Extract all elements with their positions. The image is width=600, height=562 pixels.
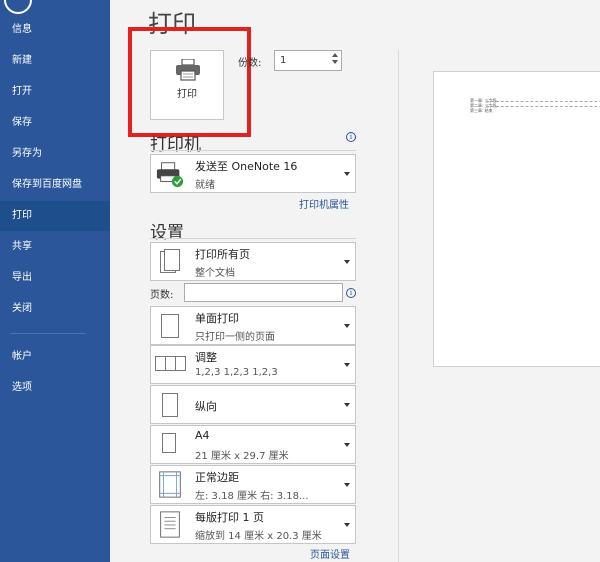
- spin-up-icon[interactable]: [332, 53, 338, 57]
- margins-dropdown[interactable]: 正常边距 左: 3.18 厘米 右: 3.18...: [150, 465, 356, 504]
- sidebar-item-save[interactable]: 保存: [0, 108, 110, 138]
- chevron-down-icon: [344, 362, 350, 367]
- pages-per-sheet-dropdown[interactable]: 每版打印 1 页 缩放到 14 厘米 x 20.3 厘米: [150, 505, 356, 544]
- chevron-down-icon: [344, 259, 350, 264]
- paper-size-main: A4: [195, 429, 210, 442]
- pages-per-sheet-main: 每版打印 1 页: [195, 511, 264, 524]
- settings-heading: 设置: [150, 223, 184, 243]
- sidebar-item-save-as[interactable]: 另存为: [0, 139, 110, 169]
- sides-sub: 只打印一侧的页面: [195, 332, 275, 343]
- printer-status-icon: [156, 162, 184, 188]
- page-title: 打印: [148, 10, 196, 38]
- chevron-down-icon: [344, 522, 350, 527]
- pages-label: 页数:: [150, 290, 174, 301]
- printer-heading-rule: [150, 150, 356, 151]
- printer-properties-link[interactable]: 打印机属性: [299, 196, 349, 211]
- orientation-dropdown[interactable]: 纵向: [150, 385, 356, 424]
- copies-label: 份数:: [238, 58, 262, 69]
- sidebar-item-share[interactable]: 共享: [0, 232, 110, 262]
- sidebar-item-print[interactable]: 打印: [0, 201, 110, 231]
- chevron-down-icon: [344, 482, 350, 487]
- preview-rule: [486, 101, 600, 102]
- collate-sub: 1,2,3 1,2,3 1,2,3: [195, 367, 278, 378]
- orientation-main: 纵向: [195, 400, 217, 413]
- sidebar-item-account[interactable]: 帐户: [0, 342, 110, 372]
- collate-main: 调整: [195, 351, 217, 364]
- copies-stepper[interactable]: 1: [274, 50, 342, 71]
- spin-down-icon[interactable]: [332, 60, 338, 64]
- single-sided-icon: [155, 311, 185, 340]
- printer-heading: 打印机: [150, 135, 201, 155]
- sides-dropdown[interactable]: 单面打印 只打印一侧的页面: [150, 306, 356, 345]
- print-button-label: 打印: [177, 89, 197, 100]
- backstage-sidebar: 信息 新建 打开 保存 另存为 保存到百度网盘 打印 共享 导出 关闭 帐户 选…: [0, 0, 110, 562]
- printer-status: 就绪: [195, 180, 215, 191]
- chevron-down-icon: [344, 442, 350, 447]
- printer-dropdown[interactable]: 发送至 OneNote 16 就绪: [150, 154, 356, 193]
- printer-name: 发送至 OneNote 16: [195, 160, 298, 173]
- preview-line: 第三章: 结束: [470, 108, 493, 113]
- print-button[interactable]: 打印: [150, 50, 224, 120]
- pages-stack-icon: [155, 247, 185, 276]
- paper-size-sub: 21 厘米 x 29.7 厘米: [195, 451, 289, 462]
- sidebar-divider: [10, 333, 86, 334]
- sidebar-item-options[interactable]: 选项: [0, 373, 110, 403]
- preview-rule: [486, 106, 600, 107]
- portrait-icon: [155, 390, 185, 419]
- sidebar-item-export[interactable]: 导出: [0, 263, 110, 293]
- sidebar-item-save-to-baidu[interactable]: 保存到百度网盘: [0, 170, 110, 200]
- pages-input[interactable]: [184, 283, 343, 302]
- collate-dropdown[interactable]: 调整 1,2,3 1,2,3 1,2,3: [150, 345, 356, 384]
- sidebar-item-new[interactable]: 新建: [0, 46, 110, 76]
- margins-main: 正常边距: [195, 471, 239, 484]
- sidebar-item-info[interactable]: 信息: [0, 15, 110, 45]
- sidebar-item-close[interactable]: 关闭: [0, 294, 110, 324]
- copies-value: 1: [280, 55, 287, 66]
- paper-size-dropdown[interactable]: A4 21 厘米 x 29.7 厘米: [150, 425, 356, 464]
- print-pages-sub: 整个文档: [195, 268, 235, 279]
- printer-info-icon[interactable]: i: [346, 132, 356, 142]
- pages-per-sheet-icon: [160, 511, 180, 538]
- printer-icon: [176, 59, 200, 81]
- sides-main: 单面打印: [195, 312, 239, 325]
- preview-divider: [398, 50, 399, 562]
- print-pages-main: 打印所有页: [195, 248, 250, 261]
- margins-icon: [159, 471, 181, 498]
- copies-spin-buttons[interactable]: [331, 53, 339, 68]
- pages-info-icon[interactable]: i: [346, 288, 356, 298]
- paper-size-icon: [155, 430, 185, 459]
- print-preview-page: 第一章: 三字段 第二章: 三字段 第三章: 结束: [433, 71, 600, 367]
- collate-icon: [155, 350, 186, 379]
- pages-per-sheet-sub: 缩放到 14 厘米 x 20.3 厘米: [195, 531, 322, 542]
- settings-heading-rule: [150, 238, 356, 239]
- sidebar-item-open[interactable]: 打开: [0, 77, 110, 107]
- chevron-down-icon: [344, 402, 350, 407]
- chevron-down-icon: [344, 171, 350, 176]
- back-arrow-icon[interactable]: [4, 0, 32, 14]
- print-pages-dropdown[interactable]: 打印所有页 整个文档: [150, 242, 356, 281]
- page-setup-link[interactable]: 页面设置: [310, 546, 350, 561]
- chevron-down-icon: [344, 323, 350, 328]
- margins-sub: 左: 3.18 厘米 右: 3.18...: [195, 491, 309, 502]
